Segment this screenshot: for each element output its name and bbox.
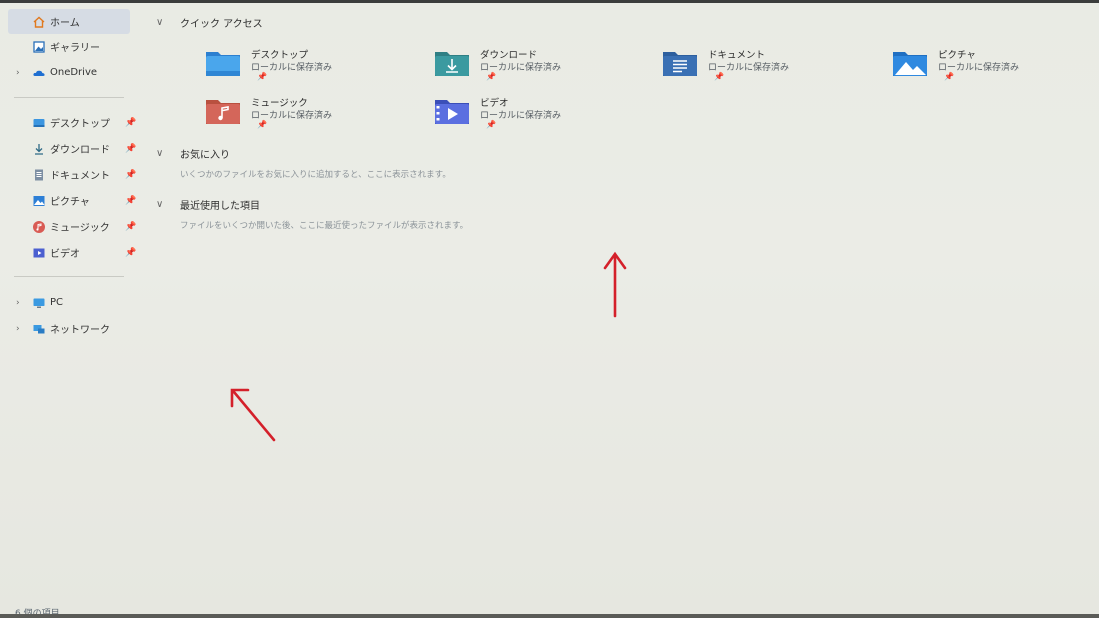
section-title: お気に入り: [180, 150, 230, 161]
document-folder-icon: [663, 52, 697, 76]
pin-icon[interactable]: 📌: [125, 118, 136, 128]
quick-access-tile-desktop[interactable]: デスクトップ ローカルに保存済み 📌: [205, 44, 425, 84]
pin-icon: 📌: [257, 72, 267, 81]
download-folder-icon: [435, 52, 469, 76]
sidebar-item-videos[interactable]: ビデオ 📌: [8, 240, 136, 265]
sidebar-divider: [14, 276, 124, 277]
tile-name: ピクチャ: [938, 50, 976, 61]
sidebar-item-label: デスクトップ: [50, 119, 110, 130]
sidebar-item-label: ネットワーク: [50, 325, 110, 336]
sidebar-item-documents[interactable]: ドキュメント 📌: [8, 162, 136, 187]
sidebar-item-label: ピクチャ: [50, 197, 90, 208]
sidebar-item-downloads[interactable]: ダウンロード 📌: [8, 136, 136, 161]
document-icon: [32, 168, 46, 182]
window-top-edge: [0, 0, 1099, 3]
sidebar-item-label: ビデオ: [50, 249, 80, 260]
section-recent-header[interactable]: ∨ 最近使用した項目: [156, 197, 260, 212]
music-folder-icon: [206, 100, 240, 124]
chevron-right-icon[interactable]: ›: [16, 324, 20, 334]
sidebar-item-pc[interactable]: › PC: [8, 290, 130, 315]
pin-icon: 📌: [486, 72, 496, 81]
sidebar-item-label: ホーム: [50, 18, 80, 29]
pin-icon[interactable]: 📌: [125, 196, 136, 206]
sidebar-item-label: OneDrive: [50, 67, 98, 78]
sidebar-item-home[interactable]: ホーム: [8, 9, 130, 34]
picture-icon: [32, 194, 46, 208]
sidebar-item-pictures[interactable]: ピクチャ 📌: [8, 188, 136, 213]
navigation-pane: ホーム ギャラリー › OneDrive デスクトップ 📌 ダウンロード 📌 ド…: [0, 3, 140, 618]
chevron-down-icon[interactable]: ∨: [156, 148, 180, 159]
desktop-folder-icon: [206, 52, 240, 76]
sidebar-item-desktop[interactable]: デスクトップ 📌: [8, 110, 136, 135]
section-quick-access-header[interactable]: ∨ クイック アクセス: [156, 15, 263, 30]
window-bottom-edge: [0, 614, 1099, 618]
video-folder-icon: [435, 100, 469, 124]
chevron-down-icon[interactable]: ∨: [156, 17, 180, 28]
gallery-icon: [32, 40, 46, 54]
onedrive-cloud-icon: [32, 66, 46, 80]
quick-access-tile-documents[interactable]: ドキュメント ローカルに保存済み 📌: [662, 44, 882, 84]
sidebar-item-label: PC: [50, 297, 64, 308]
section-title: クイック アクセス: [180, 19, 263, 30]
pin-icon[interactable]: 📌: [125, 248, 136, 258]
recent-empty-message: ファイルをいくつか開いた後、ここに最近使ったファイルが表示されます。: [180, 221, 469, 231]
pin-icon: 📌: [714, 72, 724, 81]
sidebar-item-label: ミュージック: [50, 223, 110, 234]
annotation-arrow-up-left: [230, 388, 276, 442]
section-title: 最近使用した項目: [180, 201, 260, 212]
music-icon: [32, 220, 46, 234]
sidebar-item-network[interactable]: › ネットワーク: [8, 316, 130, 341]
annotation-arrow-up: [603, 251, 627, 318]
chevron-right-icon[interactable]: ›: [16, 68, 20, 78]
tile-name: ダウンロード: [480, 50, 538, 61]
sidebar-item-label: ダウンロード: [50, 145, 110, 156]
pin-icon[interactable]: 📌: [125, 222, 136, 232]
sidebar-item-label: ドキュメント: [50, 171, 110, 182]
quick-access-tile-pictures[interactable]: ピクチャ ローカルに保存済み 📌: [892, 44, 1099, 84]
sidebar-item-gallery[interactable]: ギャラリー: [8, 34, 130, 59]
video-icon: [32, 246, 46, 260]
pin-icon: 📌: [486, 120, 496, 129]
sidebar-divider: [14, 97, 124, 98]
network-icon: [32, 322, 46, 336]
tile-name: デスクトップ: [251, 50, 309, 61]
sidebar-item-label: ギャラリー: [50, 43, 100, 54]
sidebar-item-onedrive[interactable]: › OneDrive: [8, 60, 130, 85]
desktop-icon: [32, 116, 46, 130]
computer-icon: [32, 296, 46, 310]
chevron-right-icon[interactable]: ›: [16, 298, 20, 308]
quick-access-tile-downloads[interactable]: ダウンロード ローカルに保存済み 📌: [434, 44, 654, 84]
quick-access-tile-music[interactable]: ミュージック ローカルに保存済み 📌: [205, 92, 425, 132]
pin-icon: 📌: [257, 120, 267, 129]
picture-folder-icon: [893, 52, 927, 76]
pin-icon[interactable]: 📌: [125, 144, 136, 154]
quick-access-tile-videos[interactable]: ビデオ ローカルに保存済み 📌: [434, 92, 654, 132]
favorites-empty-message: いくつかのファイルをお気に入りに追加すると、ここに表示されます。: [180, 170, 451, 180]
pin-icon[interactable]: 📌: [125, 170, 136, 180]
pin-icon: 📌: [944, 72, 954, 81]
tile-name: ミュージック: [251, 98, 308, 109]
tile-name: ドキュメント: [708, 50, 766, 61]
download-icon: [32, 142, 46, 156]
chevron-down-icon[interactable]: ∨: [156, 199, 180, 210]
tile-name: ビデオ: [480, 98, 509, 109]
home-icon: [32, 15, 46, 29]
sidebar-item-music[interactable]: ミュージック 📌: [8, 214, 136, 239]
section-favorites-header[interactable]: ∨ お気に入り: [156, 146, 230, 161]
